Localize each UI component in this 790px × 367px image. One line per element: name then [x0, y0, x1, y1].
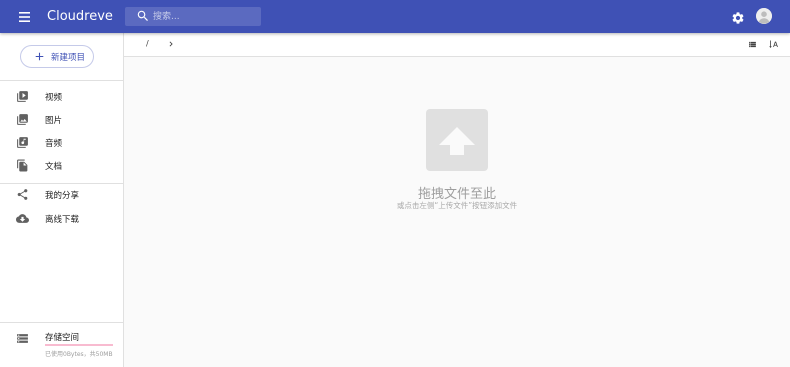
search-icon — [137, 10, 148, 21]
sidebar-item-label: 离线下载 — [45, 215, 80, 225]
new-item-button[interactable]: 新建项目 — [20, 45, 94, 68]
chevron-right-icon[interactable] — [166, 39, 176, 49]
file-copy-icon — [17, 159, 28, 172]
upload-placeholder-icon — [426, 109, 488, 171]
storage-title: 存储空间 — [45, 333, 80, 343]
new-item-label: 新建项目 — [51, 53, 86, 63]
search-box[interactable] — [125, 7, 261, 26]
app-bar: Cloudreve — [0, 0, 790, 33]
storage-progress-bar — [45, 344, 113, 346]
breadcrumb-root[interactable]: / — [146, 39, 149, 48]
sidebar-item-my-shares[interactable]: 我的分享 — [0, 184, 123, 206]
storage-list-icon — [17, 334, 28, 343]
sort-by-alpha-icon[interactable] — [769, 39, 779, 50]
path-bar: / — [124, 33, 790, 57]
empty-state-hint: 或点击左侧“上传文件”按钮添加文件 — [396, 201, 518, 210]
sidebar-item-video[interactable]: 视频 — [0, 86, 123, 108]
storage-detail: 已使用0Bytes，共50MB — [45, 351, 113, 358]
divider — [0, 80, 123, 81]
sidebar: 新建项目 视频 图片 音频 文档 我的分享 离线下载 存储空间 已使用0Byte… — [0, 33, 124, 367]
cloud-download-icon — [16, 214, 29, 223]
sidebar-item-label: 图片 — [45, 116, 63, 126]
sidebar-item-label: 我的分享 — [45, 191, 80, 201]
search-input[interactable] — [153, 7, 257, 26]
app-title: Cloudreve — [47, 9, 113, 24]
sidebar-item-label: 文档 — [45, 162, 63, 172]
sidebar-item-offline-download[interactable]: 离线下载 — [0, 208, 123, 230]
sidebar-item-label: 视频 — [45, 93, 63, 103]
share-icon — [17, 189, 28, 200]
sidebar-item-label: 音频 — [45, 139, 63, 149]
menu-icon[interactable] — [14, 8, 36, 26]
storage-panel[interactable]: 存储空间 已使用0Bytes，共50MB — [0, 325, 123, 365]
avatar[interactable] — [756, 8, 772, 24]
sidebar-item-documents[interactable]: 文档 — [0, 155, 123, 177]
video-library-icon — [17, 91, 28, 102]
list-view-icon[interactable] — [748, 40, 757, 49]
add-icon — [35, 52, 44, 61]
sidebar-item-audio[interactable]: 音频 — [0, 132, 123, 154]
photo-library-icon — [17, 114, 28, 125]
sidebar-item-images[interactable]: 图片 — [0, 109, 123, 131]
divider — [0, 322, 123, 323]
library-music-icon — [17, 137, 28, 148]
settings-gear-icon[interactable] — [731, 10, 745, 24]
